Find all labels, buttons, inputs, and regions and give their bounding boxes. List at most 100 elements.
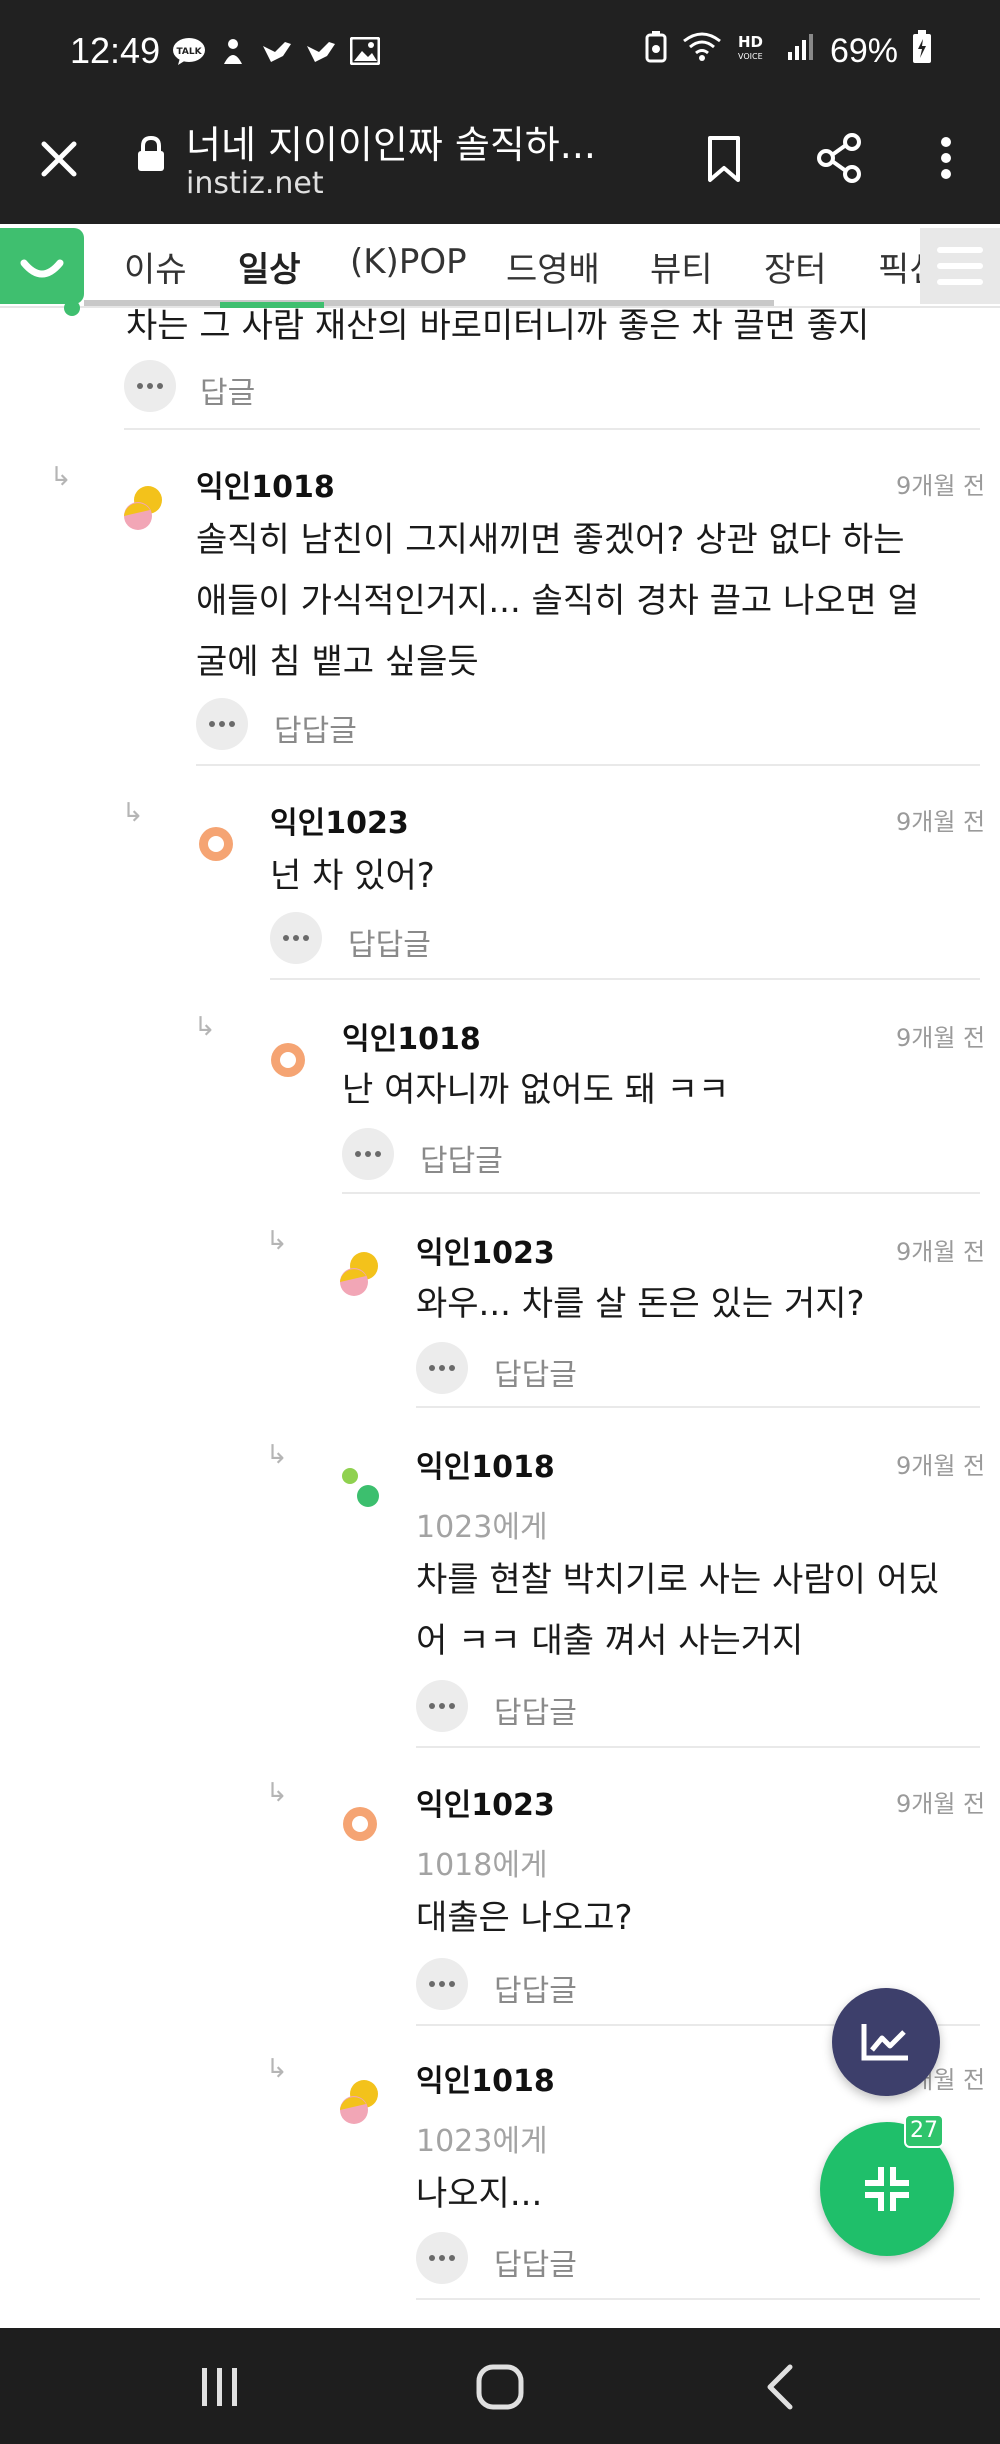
- tab-kpop[interactable]: (K)POP: [350, 242, 467, 282]
- more-vert-icon: [941, 137, 951, 179]
- back-button[interactable]: [760, 2362, 800, 2416]
- avatar: [192, 820, 240, 868]
- tab-daily[interactable]: 일상: [238, 242, 301, 291]
- comment-text-line: 애들이 가식적인거지... 솔직히 경차 끌고 나오면 얼: [196, 581, 919, 621]
- comment-time: 9개월 전: [896, 1452, 986, 1480]
- divider: [342, 1192, 980, 1194]
- comment-author: 익인1018: [416, 2064, 555, 2099]
- system-status: HD VOICE 69%: [644, 30, 932, 73]
- tab-market[interactable]: 장터: [764, 242, 827, 291]
- divider: [416, 2298, 980, 2300]
- home-button[interactable]: [474, 2362, 526, 2416]
- comment-author: 익인1023: [416, 1236, 555, 1271]
- more-button[interactable]: [416, 1958, 468, 2010]
- reply-target: 1023에게: [416, 2124, 548, 2159]
- comment-text-line: 솔직히 남친이 그지새끼면 좋겠어? 상관 없다 하는: [196, 520, 905, 560]
- tab-issue[interactable]: 이슈: [124, 242, 187, 291]
- comment-author: 익인1023: [416, 1788, 555, 1823]
- reply-button[interactable]: 답답글: [494, 1350, 577, 1394]
- more-button[interactable]: [416, 2232, 468, 2284]
- svg-text:HD: HD: [738, 33, 763, 51]
- reply-arrow-icon: ↳: [266, 2054, 288, 2084]
- reply-arrow-icon: ↳: [266, 1778, 288, 1808]
- more-menu-button[interactable]: [918, 130, 974, 186]
- avatar: [64, 300, 80, 316]
- page-host: instiz.net: [186, 166, 324, 201]
- comment-author: 익인1018: [416, 1450, 555, 1485]
- divider: [270, 978, 980, 980]
- comment-time: 9개월 전: [896, 808, 986, 836]
- bird-icon: [304, 34, 338, 68]
- more-button[interactable]: [416, 1342, 468, 1394]
- reply-arrow-icon: ↳: [266, 1226, 288, 1256]
- share-icon: [817, 133, 861, 183]
- divider: [124, 428, 980, 430]
- avatar: [120, 484, 168, 532]
- comment-text-line: 어 ㅋㅋ 대출 껴서 사는거지: [416, 1621, 804, 1661]
- reply-button[interactable]: 답답글: [494, 1966, 577, 2010]
- comment-count-badge: 27: [904, 2114, 944, 2148]
- comment-text-line: 나오지...: [416, 2174, 543, 2214]
- tab-drama[interactable]: 드영배: [506, 242, 600, 291]
- page-title: 너네 지이이인짜 솔직하...: [186, 123, 596, 167]
- share-button[interactable]: [812, 130, 868, 186]
- reply-button[interactable]: 답답글: [348, 920, 431, 964]
- avatar: [336, 2078, 384, 2126]
- more-button[interactable]: [270, 912, 322, 964]
- svg-text:TALK: TALK: [176, 47, 202, 57]
- comment-text-line: 와우... 차를 살 돈은 있는 거지?: [416, 1284, 865, 1324]
- battery-saver-icon: [644, 31, 668, 72]
- site-logo[interactable]: [0, 228, 84, 304]
- more-button[interactable]: [196, 698, 248, 750]
- reply-target: 1023에게: [416, 1510, 548, 1545]
- comment-text-line: 난 여자니까 없어도 돼 ㅋㅋ: [342, 1070, 730, 1110]
- menu-button[interactable]: [920, 228, 1000, 304]
- comment-time: 9개월 전: [896, 1024, 986, 1052]
- close-button[interactable]: [34, 134, 84, 184]
- more-button[interactable]: [416, 1680, 468, 1732]
- stats-button[interactable]: [832, 1988, 940, 2096]
- battery-level: 69%: [829, 32, 898, 70]
- avatar: [336, 1800, 384, 1848]
- reply-button[interactable]: 답답글: [274, 706, 357, 750]
- comment-time: 9개월 전: [896, 1790, 986, 1818]
- image-icon: [348, 34, 382, 68]
- screen: 12:49 TALK HD VOICE 69% 너네 지이이인짜 솔직하... …: [0, 0, 1000, 2444]
- comment-author: 익인1023: [270, 806, 409, 841]
- status-bar: 12:49 TALK HD VOICE 69%: [0, 0, 1000, 104]
- reply-button[interactable]: 답답글: [494, 2240, 577, 2284]
- avatar: [336, 1250, 384, 1298]
- lock-icon: [136, 135, 166, 176]
- browser-title-bar: 너네 지이이인짜 솔직하... instiz.net: [0, 104, 1000, 224]
- reply-arrow-icon: ↳: [194, 1012, 216, 1042]
- reply-target: 1018에게: [416, 1848, 548, 1883]
- notification-icons: TALK: [172, 34, 382, 68]
- system-nav-bar: [0, 2328, 1000, 2444]
- status-time: 12:49: [70, 30, 161, 71]
- divider: [416, 1746, 980, 1748]
- bookmark-icon: [708, 136, 740, 182]
- comment-text: 차는 그 사람 재산의 바로미터니까 좋은 차 끌면 좋지: [126, 306, 870, 346]
- hd-voice-icon: HD VOICE: [736, 31, 772, 72]
- comment-text-line: 차를 현찰 박치기로 사는 사람이 어딨: [416, 1560, 940, 1600]
- back-icon: [767, 2364, 793, 2410]
- download-icon: [216, 34, 250, 68]
- talk-icon: TALK: [172, 34, 206, 68]
- collapse-icon: [865, 2167, 909, 2211]
- reply-button[interactable]: 답글: [200, 368, 255, 412]
- tab-beauty[interactable]: 뷰티: [650, 242, 713, 291]
- bookmark-button[interactable]: [696, 130, 752, 186]
- comment-text-line: 대출은 나오고?: [416, 1898, 633, 1938]
- comment-time: 9개월 전: [896, 472, 986, 500]
- reply-button[interactable]: 답답글: [420, 1136, 503, 1180]
- reply-arrow-icon: ↳: [266, 1440, 288, 1470]
- recent-apps-icon: [202, 2368, 237, 2406]
- more-button[interactable]: [124, 360, 176, 412]
- reply-button[interactable]: 답답글: [494, 1688, 577, 1732]
- trending-icon: [861, 2024, 908, 2061]
- more-button[interactable]: [342, 1128, 394, 1180]
- avatar: [336, 1462, 384, 1510]
- close-icon: [41, 141, 77, 177]
- recent-apps-button[interactable]: [196, 2364, 244, 2414]
- comment-author: 익인1018: [196, 470, 335, 505]
